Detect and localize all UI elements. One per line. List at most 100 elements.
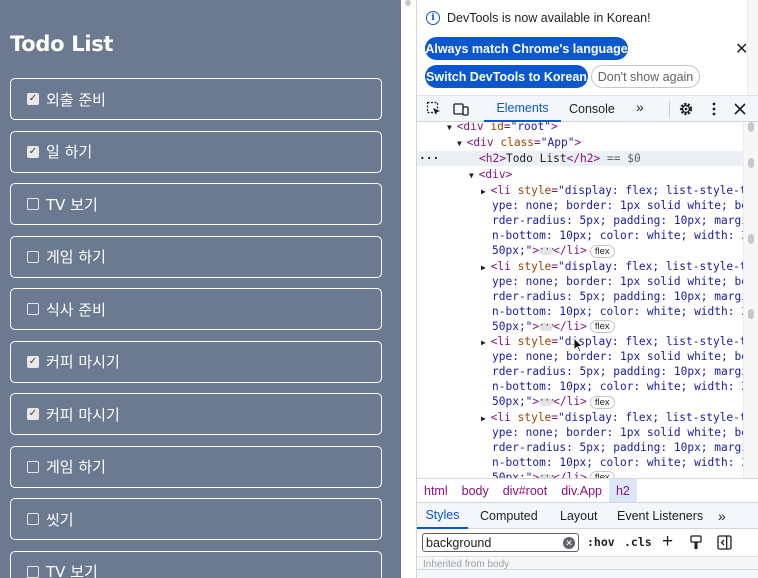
breadcrumb-item[interactable]: div#root	[496, 479, 554, 502]
dom-node-li-continuation[interactable]: rder-radius: 5px; padding: 10px; margi	[492, 364, 748, 379]
todo-item[interactable]: 식사 준비	[10, 288, 382, 330]
tab-event-listeners[interactable]: Event Listeners	[617, 503, 703, 529]
todo-label: 외출 준비	[46, 90, 106, 109]
todo-item[interactable]: 게임 하기	[10, 445, 382, 488]
mouse-cursor-icon	[573, 337, 583, 353]
checkbox-unchecked[interactable]	[27, 250, 39, 263]
dom-node-li[interactable]: ▶ <li style="display: flex; list-style-t	[481, 410, 747, 425]
checkbox-unchecked[interactable]	[27, 303, 39, 315]
todo-item[interactable]: TV 보기	[10, 183, 382, 225]
todo-item[interactable]: 씻기	[10, 498, 382, 540]
checkbox-unchecked[interactable]	[27, 565, 39, 578]
toggle-sidebar-icon[interactable]	[717, 535, 732, 550]
dom-node-li[interactable]: ▶ <li style="display: flex; list-style-t	[481, 334, 747, 349]
flex-badge[interactable]: flex	[589, 395, 615, 409]
checkbox-unchecked[interactable]	[27, 198, 39, 210]
dom-node-root[interactable]: ▼ <div id="root">	[447, 122, 558, 134]
tab-elements[interactable]: Elements	[484, 96, 561, 122]
dom-node-li-continuation[interactable]: n-bottom: 10px; color: white; width: 3	[492, 455, 748, 470]
todo-item[interactable]: ✓ 외출 준비	[10, 78, 382, 120]
todo-item[interactable]: ✓ 커피 마시기	[10, 340, 382, 383]
collapsed-children-ellipsis[interactable]: ···	[539, 397, 555, 406]
info-icon: i	[426, 11, 440, 25]
checkbox-checked[interactable]: ✓	[27, 145, 39, 158]
hover-state-toggle[interactable]: :hov	[587, 535, 615, 549]
dom-node-li[interactable]: ▶ <li style="display: flex; list-style-t	[481, 183, 747, 198]
dom-node-h2[interactable]: <h2>Todo List</h2> == $0	[479, 151, 641, 166]
dont-show-again-button[interactable]: Don't show again	[591, 65, 700, 88]
clear-filter-icon[interactable]: ✕	[563, 537, 575, 549]
tab-computed[interactable]: Computed	[480, 503, 538, 529]
checkbox-unchecked[interactable]	[27, 513, 39, 525]
flex-badge[interactable]: flex	[589, 244, 615, 258]
gear-icon[interactable]	[678, 101, 694, 117]
todo-label: 일 하기	[46, 143, 93, 161]
todo-item[interactable]: ✓ 커피 마시기	[10, 393, 382, 435]
checkbox-checked[interactable]: ✓	[27, 408, 39, 420]
collapsed-children-ellipsis[interactable]: ···	[539, 246, 555, 255]
panel-splitter[interactable]	[401, 0, 417, 578]
paint-brush-icon[interactable]	[689, 535, 703, 550]
splitter-grip[interactable]	[405, 0, 411, 6]
todo-item[interactable]: TV 보기	[10, 550, 382, 578]
dom-node-li-continuation[interactable]: n-bottom: 10px; color: white; width: 3	[492, 228, 748, 243]
infobar-scroll-gutter	[747, 0, 758, 95]
dom-node-li-continuation[interactable]: rder-radius: 5px; padding: 10px; margi	[492, 289, 748, 304]
dom-node-li-continuation[interactable]: n-bottom: 10px; color: white; width: 3	[492, 304, 748, 319]
node-actions-ellipsis[interactable]: ···	[419, 151, 439, 166]
todo-label: TV 보기	[46, 195, 98, 214]
tab-styles[interactable]: Styles	[417, 503, 468, 529]
todo-item[interactable]: ✓ 일 하기	[10, 130, 382, 173]
dom-node-li-continuation[interactable]: 50px;">···</li> flex	[492, 394, 615, 409]
flex-badge[interactable]: flex	[589, 320, 615, 333]
checkbox-unchecked[interactable]	[27, 460, 39, 473]
toolbar-divider	[669, 101, 670, 117]
dom-node-li-continuation[interactable]: rder-radius: 5px; padding: 10px; margi	[492, 213, 748, 228]
dom-scroll-thumb[interactable]	[748, 122, 754, 132]
breadcrumb-item[interactable]: body	[455, 479, 496, 502]
todo-label: 식사 준비	[46, 300, 106, 319]
switch-to-korean-button[interactable]: Switch DevTools to Korean	[425, 65, 588, 88]
dom-node-li-continuation[interactable]: 50px;">···</li> flex	[492, 470, 615, 478]
dom-node-li-continuation[interactable]: ype: none; border: 1px solid white; bo	[492, 274, 748, 289]
todo-list: ✓ 외출 준비 ✓ 일 하기 TV 보기 게임 하기 식사 준비 ✓ 커피 마시기 ✓ 커피 마시기…	[10, 78, 382, 578]
dom-node-li[interactable]: ▶ <li style="display: flex; list-style-t	[481, 259, 747, 274]
breadcrumb-item[interactable]: div.App	[554, 479, 609, 502]
new-style-rule-icon[interactable]: +	[662, 531, 673, 553]
checkbox-checked[interactable]: ✓	[27, 93, 39, 105]
inspect-element-icon[interactable]	[426, 101, 442, 117]
todo-label: TV 보기	[46, 563, 98, 578]
dom-node-li-continuation[interactable]: rder-radius: 5px; padding: 10px; margi	[492, 440, 748, 455]
dom-node-li-continuation[interactable]: ype: none; border: 1px solid white; bo	[492, 198, 748, 213]
more-style-tabs-chevron-icon[interactable]: »	[718, 503, 726, 529]
drawer-edge	[417, 569, 758, 578]
dom-node-li-continuation[interactable]: ype: none; border: 1px solid white; bo	[492, 425, 748, 440]
breadcrumb-item[interactable]: html	[417, 479, 455, 502]
dom-node-li-continuation[interactable]: 50px;">···</li> flex	[492, 319, 615, 334]
dom-node-div[interactable]: ▼ <div>	[469, 167, 512, 182]
styles-filter-input[interactable]	[422, 533, 579, 552]
flex-badge[interactable]: flex	[589, 471, 615, 478]
dom-scrollbar[interactable]	[743, 122, 758, 478]
dom-node-li-continuation[interactable]: ype: none; border: 1px solid white; bo	[492, 349, 748, 364]
class-toggle[interactable]: .cls	[624, 535, 652, 549]
checkbox-checked[interactable]: ✓	[27, 355, 39, 368]
dom-node-li-continuation[interactable]: 50px;">···</li> flex	[492, 243, 615, 258]
dom-scroll-marker	[748, 158, 754, 168]
tab-console[interactable]: Console	[569, 96, 615, 122]
always-match-language-button[interactable]: Always match Chrome's language	[425, 37, 628, 60]
dom-node-app[interactable]: ▼ <div class="App">	[457, 135, 581, 150]
more-tabs-chevron-icon[interactable]: »	[636, 99, 644, 115]
device-toolbar-icon[interactable]	[453, 101, 469, 117]
breadcrumb-item[interactable]: h2	[608, 479, 637, 502]
dom-node-li-continuation[interactable]: n-bottom: 10px; color: white; width: 3	[492, 379, 748, 394]
dom-scroll-marker	[748, 309, 754, 319]
todo-label: 씻기	[46, 510, 74, 529]
tab-layout[interactable]: Layout	[560, 503, 598, 529]
collapsed-children-ellipsis[interactable]: ···	[539, 321, 555, 331]
todo-item[interactable]: 게임 하기	[10, 235, 382, 278]
devtools-panel: i DevTools is now available in Korean! A…	[417, 0, 758, 578]
close-devtools-icon[interactable]	[732, 101, 748, 117]
kebab-menu-icon[interactable]	[706, 101, 722, 117]
dom-tree: ▼ <div id="root"> ▼ <div class="App"> ··…	[417, 122, 758, 478]
